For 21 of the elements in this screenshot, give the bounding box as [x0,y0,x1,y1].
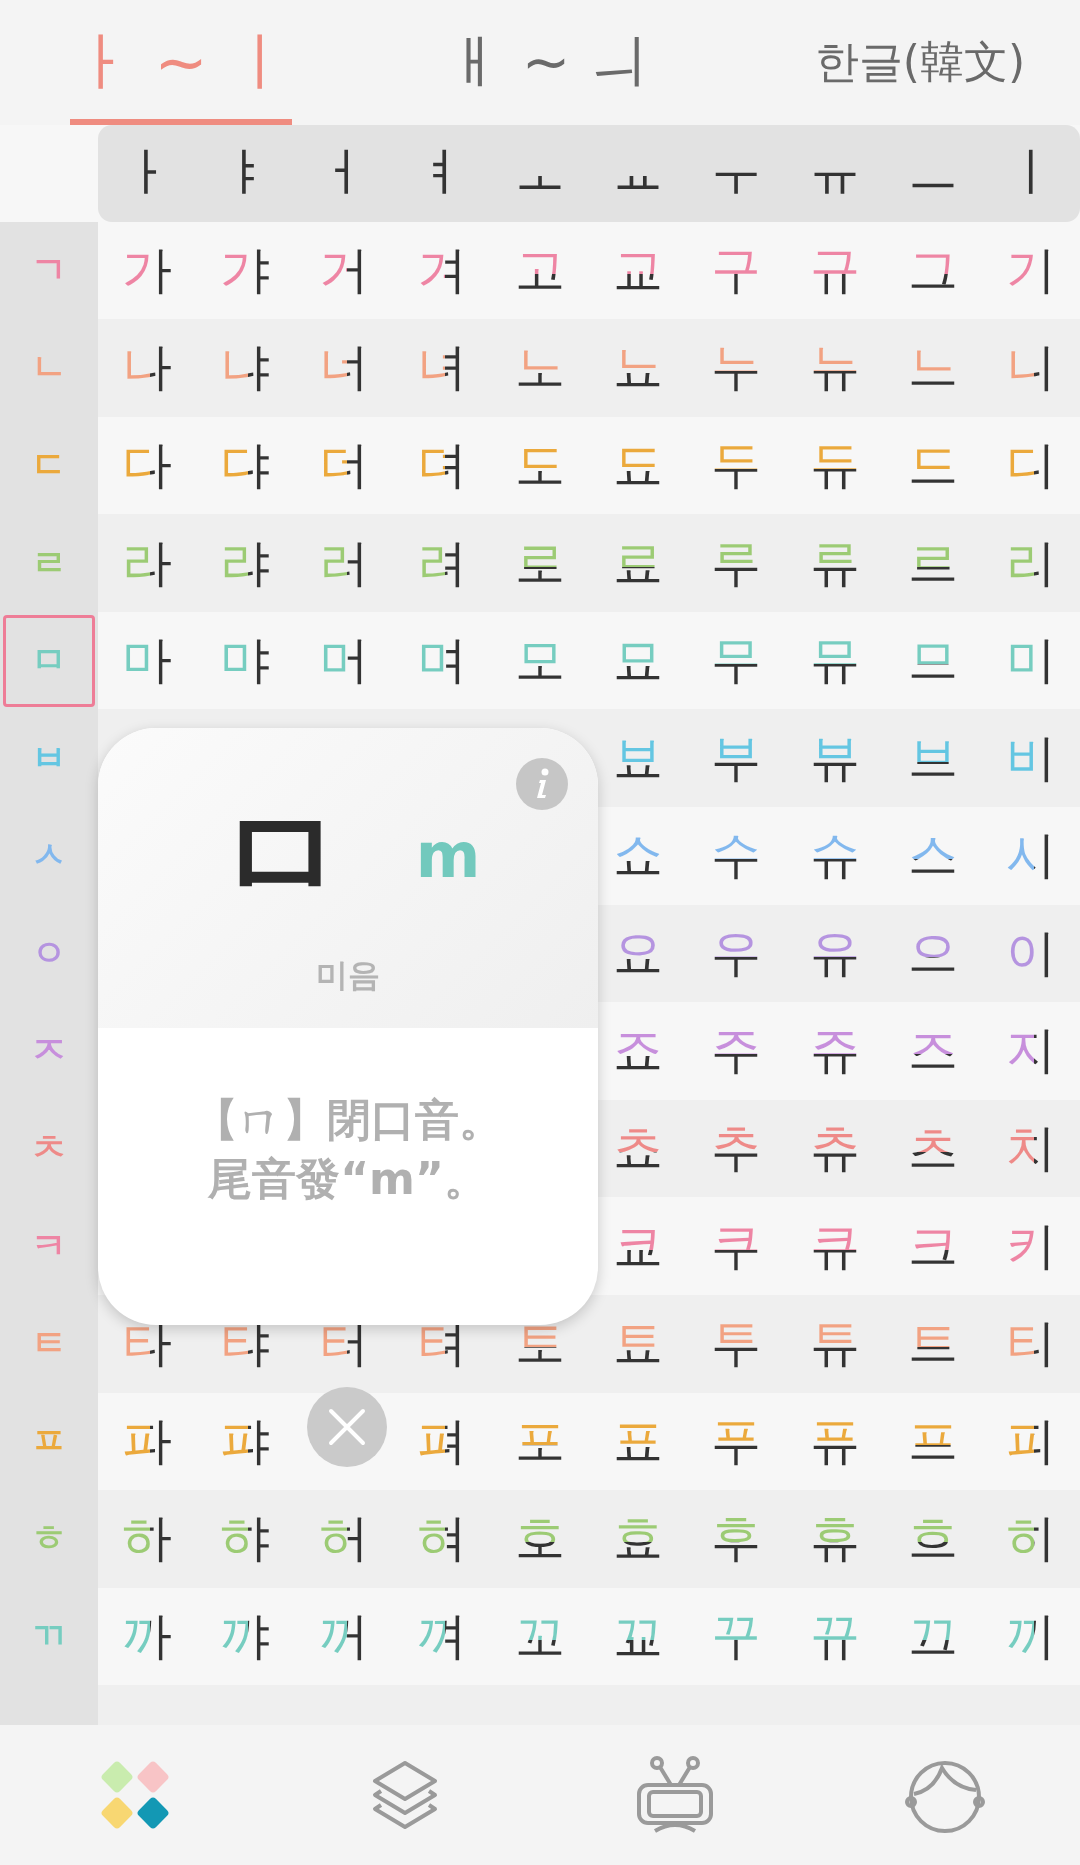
vowel-heading: ㅏ [121,141,174,205]
description: 尾音發“m”。 [208,1152,488,1207]
vowel-heading: ㅓ [317,141,370,205]
vowel-heading: ㅜ [710,141,763,205]
letter-name: 미음 [316,955,380,996]
vowel-heading: ㅣ [1004,141,1057,205]
info-button[interactable] [516,758,568,810]
vowel-heading: ㅠ [808,141,861,205]
vowel-heading: ㅗ [513,141,566,205]
description: 【ㄇ】閉口音。 [193,1093,503,1147]
romanization: m [415,818,481,892]
popup-letter: ㅁ [215,790,346,920]
vowel-heading: ㅛ [612,141,665,205]
vowel-heading: ㅑ [219,141,272,205]
vowel-heading: ㅡ [906,141,959,205]
info-icon [534,768,550,800]
tab[interactable]: ㅐ ~ ㅢ [332,0,760,125]
close-icon [327,1407,367,1447]
consonant-button[interactable]: ㅁ [3,614,95,707]
tab[interactable]: 한글(韓文) [800,0,1040,125]
vowel-heading: ㅕ [415,141,468,205]
